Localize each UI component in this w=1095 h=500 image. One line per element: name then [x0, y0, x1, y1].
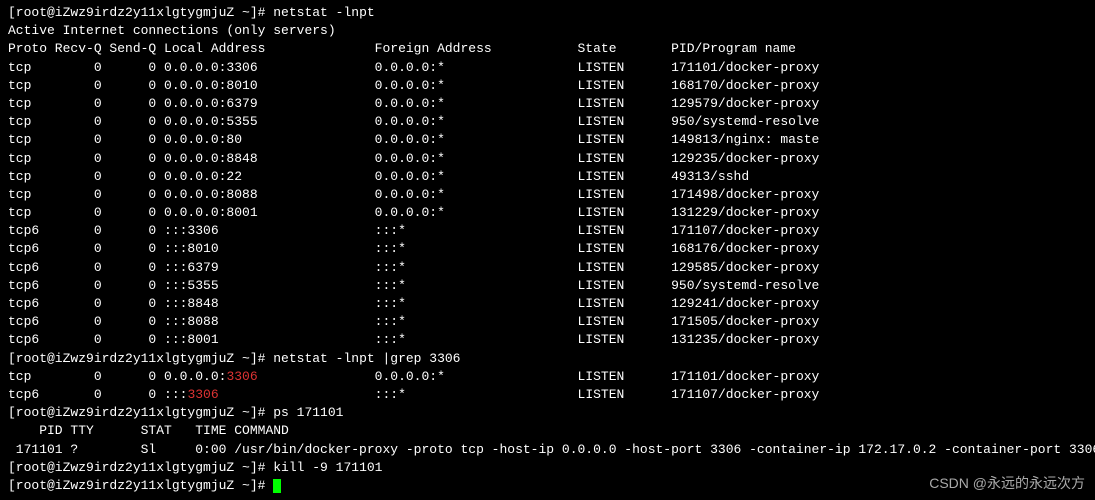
ps-header: PID TTY STAT TIME COMMAND — [8, 422, 1087, 440]
grep-row: tcp6 0 0 :::3306 :::* LISTEN 171107/dock… — [8, 386, 1087, 404]
grep-match: 3306 — [226, 369, 257, 384]
prompt-line-active[interactable]: [root@iZwz9irdz2y11xlgtygmjuZ ~]# — [8, 477, 1087, 495]
netstat-row: tcp 0 0 0.0.0.0:5355 0.0.0.0:* LISTEN 95… — [8, 113, 1087, 131]
netstat-row: tcp 0 0 0.0.0.0:8010 0.0.0.0:* LISTEN 16… — [8, 77, 1087, 95]
prompt-line: [root@iZwz9irdz2y11xlgtygmjuZ ~]# kill -… — [8, 459, 1087, 477]
netstat-row: tcp6 0 0 :::5355 :::* LISTEN 950/systemd… — [8, 277, 1087, 295]
prompt: [root@iZwz9irdz2y11xlgtygmjuZ ~]# — [8, 5, 273, 20]
netstat-row: tcp 0 0 0.0.0.0:8001 0.0.0.0:* LISTEN 13… — [8, 204, 1087, 222]
netstat-row: tcp6 0 0 :::8088 :::* LISTEN 171505/dock… — [8, 313, 1087, 331]
grep-row: tcp 0 0 0.0.0.0:3306 0.0.0.0:* LISTEN 17… — [8, 368, 1087, 386]
netstat-row: tcp6 0 0 :::3306 :::* LISTEN 171107/dock… — [8, 222, 1087, 240]
netstat-row: tcp 0 0 0.0.0.0:8088 0.0.0.0:* LISTEN 17… — [8, 186, 1087, 204]
netstat-row: tcp6 0 0 :::8848 :::* LISTEN 129241/dock… — [8, 295, 1087, 313]
command-text: ps 171101 — [273, 405, 343, 420]
netstat-row: tcp 0 0 0.0.0.0:3306 0.0.0.0:* LISTEN 17… — [8, 59, 1087, 77]
cursor — [273, 479, 281, 493]
terminal-output[interactable]: [root@iZwz9irdz2y11xlgtygmjuZ ~]# netsta… — [8, 4, 1087, 495]
prompt: [root@iZwz9irdz2y11xlgtygmjuZ ~]# — [8, 405, 273, 420]
command-text: kill -9 171101 — [273, 460, 382, 475]
command-text: netstat -lnpt |grep 3306 — [273, 351, 460, 366]
netstat-title: Active Internet connections (only server… — [8, 22, 1087, 40]
netstat-row: tcp 0 0 0.0.0.0:8848 0.0.0.0:* LISTEN 12… — [8, 150, 1087, 168]
prompt: [root@iZwz9irdz2y11xlgtygmjuZ ~]# — [8, 351, 273, 366]
ps-row: 171101 ? Sl 0:00 /usr/bin/docker-proxy -… — [8, 441, 1087, 459]
netstat-header: Proto Recv-Q Send-Q Local Address Foreig… — [8, 40, 1087, 58]
prompt-line: [root@iZwz9irdz2y11xlgtygmjuZ ~]# netsta… — [8, 4, 1087, 22]
netstat-row: tcp6 0 0 :::8001 :::* LISTEN 131235/dock… — [8, 331, 1087, 349]
grep-match: 3306 — [187, 387, 218, 402]
netstat-row: tcp 0 0 0.0.0.0:22 0.0.0.0:* LISTEN 4931… — [8, 168, 1087, 186]
netstat-row: tcp6 0 0 :::8010 :::* LISTEN 168176/dock… — [8, 240, 1087, 258]
netstat-row: tcp 0 0 0.0.0.0:6379 0.0.0.0:* LISTEN 12… — [8, 95, 1087, 113]
netstat-row: tcp6 0 0 :::6379 :::* LISTEN 129585/dock… — [8, 259, 1087, 277]
command-text: netstat -lnpt — [273, 5, 374, 20]
prompt-line: [root@iZwz9irdz2y11xlgtygmjuZ ~]# ps 171… — [8, 404, 1087, 422]
watermark: CSDN @永远的永远次方 — [929, 474, 1085, 494]
prompt: [root@iZwz9irdz2y11xlgtygmjuZ ~]# — [8, 460, 273, 475]
prompt: [root@iZwz9irdz2y11xlgtygmjuZ ~]# — [8, 478, 273, 493]
netstat-row: tcp 0 0 0.0.0.0:80 0.0.0.0:* LISTEN 1498… — [8, 131, 1087, 149]
prompt-line: [root@iZwz9irdz2y11xlgtygmjuZ ~]# netsta… — [8, 350, 1087, 368]
